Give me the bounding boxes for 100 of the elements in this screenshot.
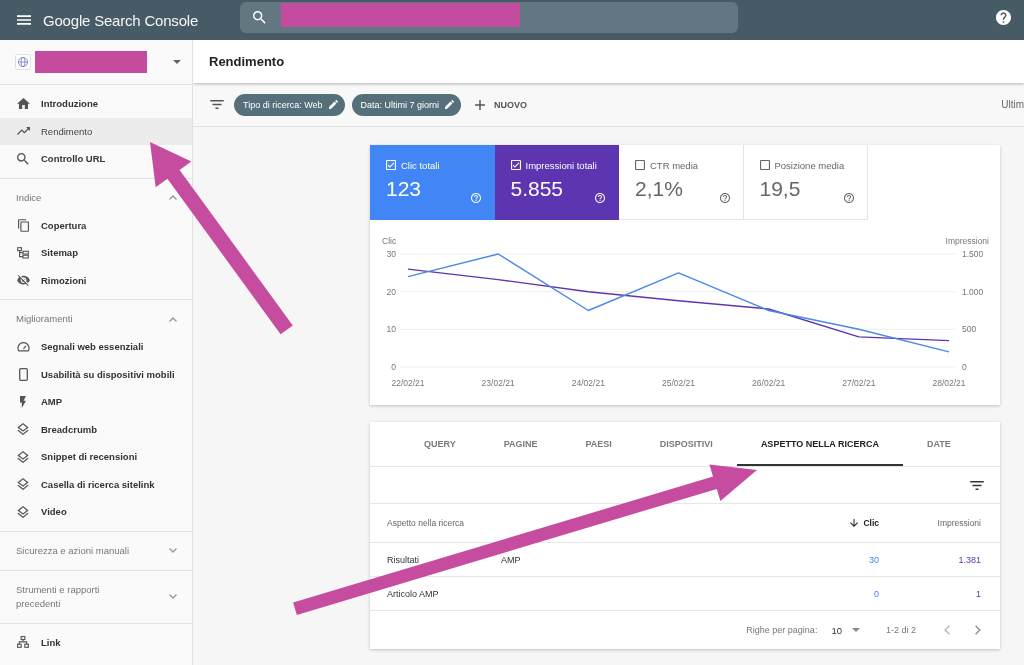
rows-per-page-label: Righe per pagina:	[746, 625, 818, 635]
globe-icon	[15, 54, 31, 70]
column-header[interactable]: Impressioni	[937, 518, 981, 528]
help-icon[interactable]	[595, 193, 605, 203]
metric-number: 30	[869, 554, 879, 565]
arrow-down-icon	[850, 519, 859, 527]
date-label: 22/02/21	[391, 378, 425, 388]
checkbox[interactable]	[510, 160, 521, 170]
filter-chip[interactable]: Tipo di ricerca: Web	[234, 93, 345, 116]
help-icon[interactable]	[719, 193, 730, 203]
tab[interactable]: QUERY	[400, 422, 480, 466]
tab[interactable]: PAESI	[561, 422, 636, 466]
nav-item[interactable]: Introduzione	[0, 90, 192, 118]
rows-per-page-dropdown[interactable]: 10	[831, 624, 860, 636]
tick-label: 500	[962, 324, 977, 335]
metric-label: Clic totali	[401, 159, 440, 171]
layers-icon	[17, 423, 29, 436]
search-icon	[17, 152, 29, 165]
section-header[interactable]: Sicurezza e azioni manuali	[16, 543, 129, 558]
nav-item[interactable]: Snippet di recensioni	[0, 443, 192, 471]
column-header[interactable]: Aspetto nella ricerca	[387, 518, 464, 528]
tick-label: 30	[386, 249, 396, 259]
date-label: 28/02/21	[932, 378, 966, 388]
gauge-icon	[16, 341, 30, 353]
axis-title: Clic	[382, 236, 397, 246]
date-label: 24/02/21	[571, 378, 605, 388]
sitemap-icon	[17, 246, 29, 259]
metric-value: 2,1%	[635, 176, 684, 202]
pencil-icon	[328, 100, 338, 109]
chevron-down-icon[interactable]	[169, 548, 177, 553]
nav-item[interactable]: Usabilità su dispositivi mobili	[0, 360, 192, 388]
nav-item[interactable]: Segnali web essenziali	[0, 333, 192, 361]
phone-icon	[18, 367, 28, 381]
tab[interactable]: ASPETTO NELLA RICERCA	[736, 422, 903, 466]
nav-item[interactable]: Video	[0, 498, 192, 526]
tick-label: 10	[386, 324, 396, 335]
column-header[interactable]: Clic	[850, 518, 879, 528]
plus-icon	[475, 99, 486, 110]
lightning-icon	[20, 395, 26, 408]
metric-tile[interactable]: Clic totali 123	[370, 145, 495, 220]
layers-icon	[17, 478, 29, 491]
tab[interactable]: PAGINE	[479, 422, 562, 466]
metric-label: Posizione media	[774, 159, 845, 171]
row-label: AMP	[501, 554, 521, 565]
metric-value: 123	[386, 176, 423, 202]
menu-icon[interactable]	[17, 15, 31, 25]
network-icon	[17, 636, 29, 649]
checkbox[interactable]	[759, 160, 770, 170]
metric-tile[interactable]: Impressioni totali 5.855	[494, 145, 619, 220]
chevron-up-icon[interactable]	[169, 195, 177, 200]
row-label: Articolo AMP	[387, 588, 439, 599]
nav-item[interactable]: Rendimento	[0, 117, 192, 145]
nav-item[interactable]: Link	[0, 628, 192, 656]
tick-label: 1.000	[962, 286, 984, 297]
nav-item[interactable]: Controllo URL	[0, 145, 192, 173]
metric-tile[interactable]: CTR media 2,1%	[619, 145, 744, 220]
copy-icon	[17, 218, 29, 232]
metric-value: 19,5	[759, 176, 802, 202]
page-title: Rendimento	[209, 54, 285, 69]
nav-item[interactable]: Casella di ricerca sitelink	[0, 470, 192, 498]
search-field[interactable]	[240, 2, 738, 33]
tick-label: 20	[386, 286, 396, 297]
tick-label: 1.500	[962, 249, 984, 259]
metric-label: Impressioni totali	[525, 159, 597, 171]
section-header[interactable]: Strumenti e rapporti precedenti	[16, 582, 136, 611]
layers-icon	[17, 450, 29, 463]
help-icon[interactable]	[996, 10, 1011, 25]
layers-icon	[17, 505, 29, 518]
section-header[interactable]: Miglioramenti	[16, 312, 73, 326]
nav-item[interactable]: Sitemap	[0, 239, 192, 267]
nav-item[interactable]: AMP	[0, 388, 192, 416]
section-header[interactable]: Indice	[16, 190, 42, 205]
eye-off-icon	[16, 274, 30, 286]
nav-item[interactable]: Breadcrumb	[0, 415, 192, 443]
filter-chip[interactable]: Data: Ultimi 7 giorni	[351, 93, 462, 116]
checkbox[interactable]	[386, 160, 396, 170]
nav-item[interactable]: Copertura	[0, 211, 192, 239]
chevron-down-icon[interactable]	[169, 594, 177, 599]
new-filter-button[interactable]: NUOVO	[475, 99, 528, 110]
date-label: 23/02/21	[481, 378, 515, 388]
help-icon[interactable]	[470, 193, 481, 203]
axis-title: Impressioni	[945, 236, 989, 246]
chevron-right-icon[interactable]	[975, 625, 981, 635]
nav-item[interactable]: Rimozioni	[0, 266, 192, 294]
help-icon[interactable]	[844, 193, 854, 203]
page-range: 1-2 di 2	[885, 625, 916, 635]
metric-number: 1	[976, 588, 981, 599]
search-icon	[253, 11, 266, 24]
caret-down-icon	[851, 628, 860, 632]
checkbox[interactable]	[635, 160, 645, 170]
filter-icon[interactable]	[970, 480, 984, 490]
date-range-label[interactable]: Ultim	[1001, 99, 1024, 110]
tab[interactable]: DISPOSITIVI	[635, 422, 737, 466]
date-label: 25/02/21	[661, 378, 696, 388]
tab[interactable]: DATE	[902, 422, 975, 466]
chevron-up-icon[interactable]	[169, 316, 177, 322]
metric-value: 5.855	[510, 176, 565, 202]
row-label: Risultati	[387, 554, 419, 565]
filter-icon[interactable]	[210, 100, 224, 109]
metric-tile[interactable]: Posizione media 19,5	[743, 145, 868, 220]
